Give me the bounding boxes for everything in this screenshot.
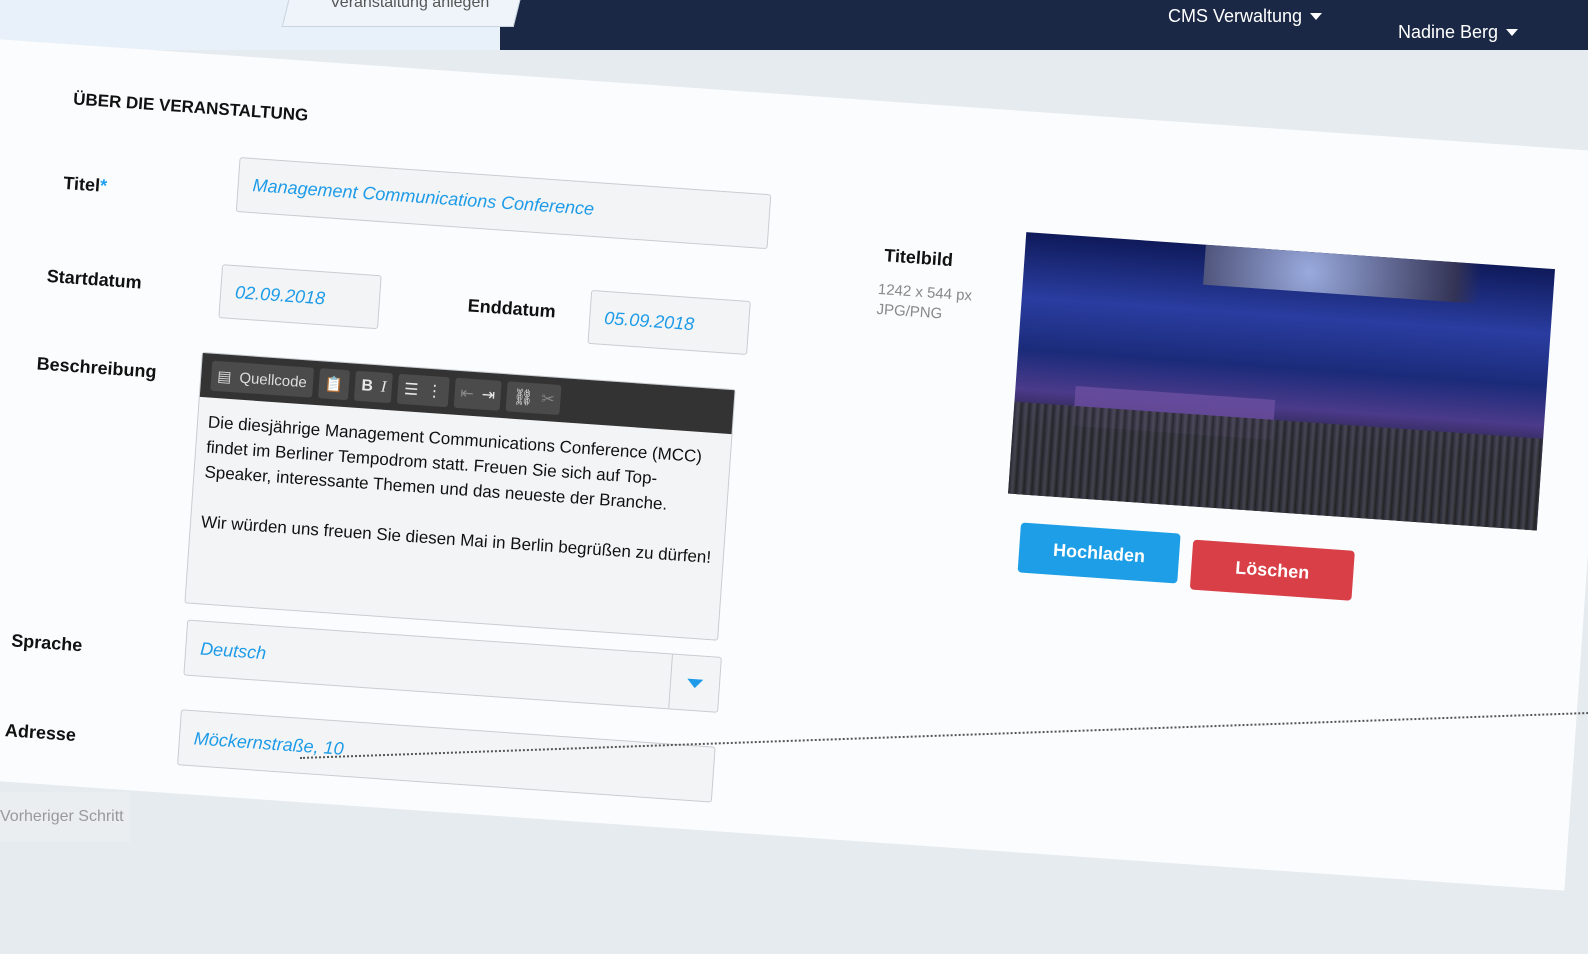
address-input[interactable]: Möckernstraße, 10 — [177, 709, 716, 803]
unlink-icon[interactable]: ✂ — [541, 389, 556, 410]
user-menu[interactable]: Nadine Berg — [1398, 22, 1519, 43]
required-marker: * — [99, 175, 108, 196]
indent-icon[interactable]: ⇥ — [481, 385, 496, 406]
rich-text-editor[interactable]: ▤ Quellcode 📋 B I ☰ ⋮ ⇤ ⇥ ⛓ ✂ Die diesjä… — [184, 351, 736, 641]
bullet-list-icon[interactable]: ⋮ — [426, 381, 443, 402]
list-group: ☰ ⋮ — [397, 373, 450, 408]
outdent-icon[interactable]: ⇤ — [460, 383, 475, 404]
delete-button[interactable]: Löschen — [1189, 539, 1355, 601]
language-label: Sprache — [10, 630, 83, 656]
source-label: Quellcode — [238, 369, 308, 391]
chevron-down-icon — [1506, 29, 1519, 36]
start-date-label: Startdatum — [46, 265, 143, 293]
cms-menu-label: CMS Verwaltung — [1168, 6, 1303, 26]
paste-button[interactable]: 📋 — [317, 368, 351, 401]
previous-step-button[interactable]: Vorheriger Schritt — [0, 792, 130, 842]
audience — [1008, 401, 1544, 531]
user-menu-label: Nadine Berg — [1398, 22, 1499, 42]
stage-lights — [1203, 244, 1556, 310]
title-image-label: Titelbild — [883, 245, 954, 271]
title-input[interactable]: Management Communications Conference — [235, 157, 772, 250]
start-date-input[interactable]: 02.09.2018 — [218, 264, 382, 330]
cms-menu[interactable]: CMS Verwaltung — [1168, 6, 1323, 27]
end-date-value: 05.09.2018 — [603, 307, 695, 334]
title-image-preview — [1008, 232, 1556, 531]
dropdown-arrow-icon[interactable] — [668, 654, 721, 712]
address-value: Möckernstraße, 10 — [193, 727, 345, 759]
italic-button[interactable]: I — [380, 379, 387, 397]
upload-button[interactable]: Hochladen — [1017, 522, 1181, 584]
title-label: Titel* — [63, 173, 108, 197]
link-group: ⛓ ✂ — [506, 381, 562, 416]
title-input-value: Management Communications Conference — [252, 175, 595, 219]
breadcrumb-label: Veranstaltung anlegen — [330, 0, 490, 11]
image-hint: 1242 x 544 px JPG/PNG — [876, 280, 973, 326]
clipboard-icon: 📋 — [324, 375, 344, 394]
title-label-text: Titel — [62, 172, 101, 196]
document-icon: ▤ — [216, 368, 233, 387]
section-title: ÜBER DIE VERANSTALTUNG — [72, 89, 309, 125]
end-date-label: Enddatum — [467, 295, 557, 322]
language-value: Deutsch — [199, 638, 267, 663]
link-icon[interactable]: ⛓ — [512, 387, 534, 408]
chevron-down-icon — [1310, 13, 1323, 20]
source-button[interactable]: ▤ Quellcode — [210, 360, 314, 398]
description-label: Beschreibung — [36, 353, 158, 382]
ordered-list-icon[interactable]: ☰ — [403, 379, 419, 400]
start-date-value: 02.09.2018 — [234, 281, 326, 308]
end-date-input[interactable]: 05.09.2018 — [587, 289, 751, 355]
indent-group: ⇤ ⇥ — [453, 377, 503, 411]
address-label: Adresse — [4, 720, 77, 746]
format-group: B I — [354, 370, 394, 404]
bold-button[interactable]: B — [361, 377, 374, 396]
